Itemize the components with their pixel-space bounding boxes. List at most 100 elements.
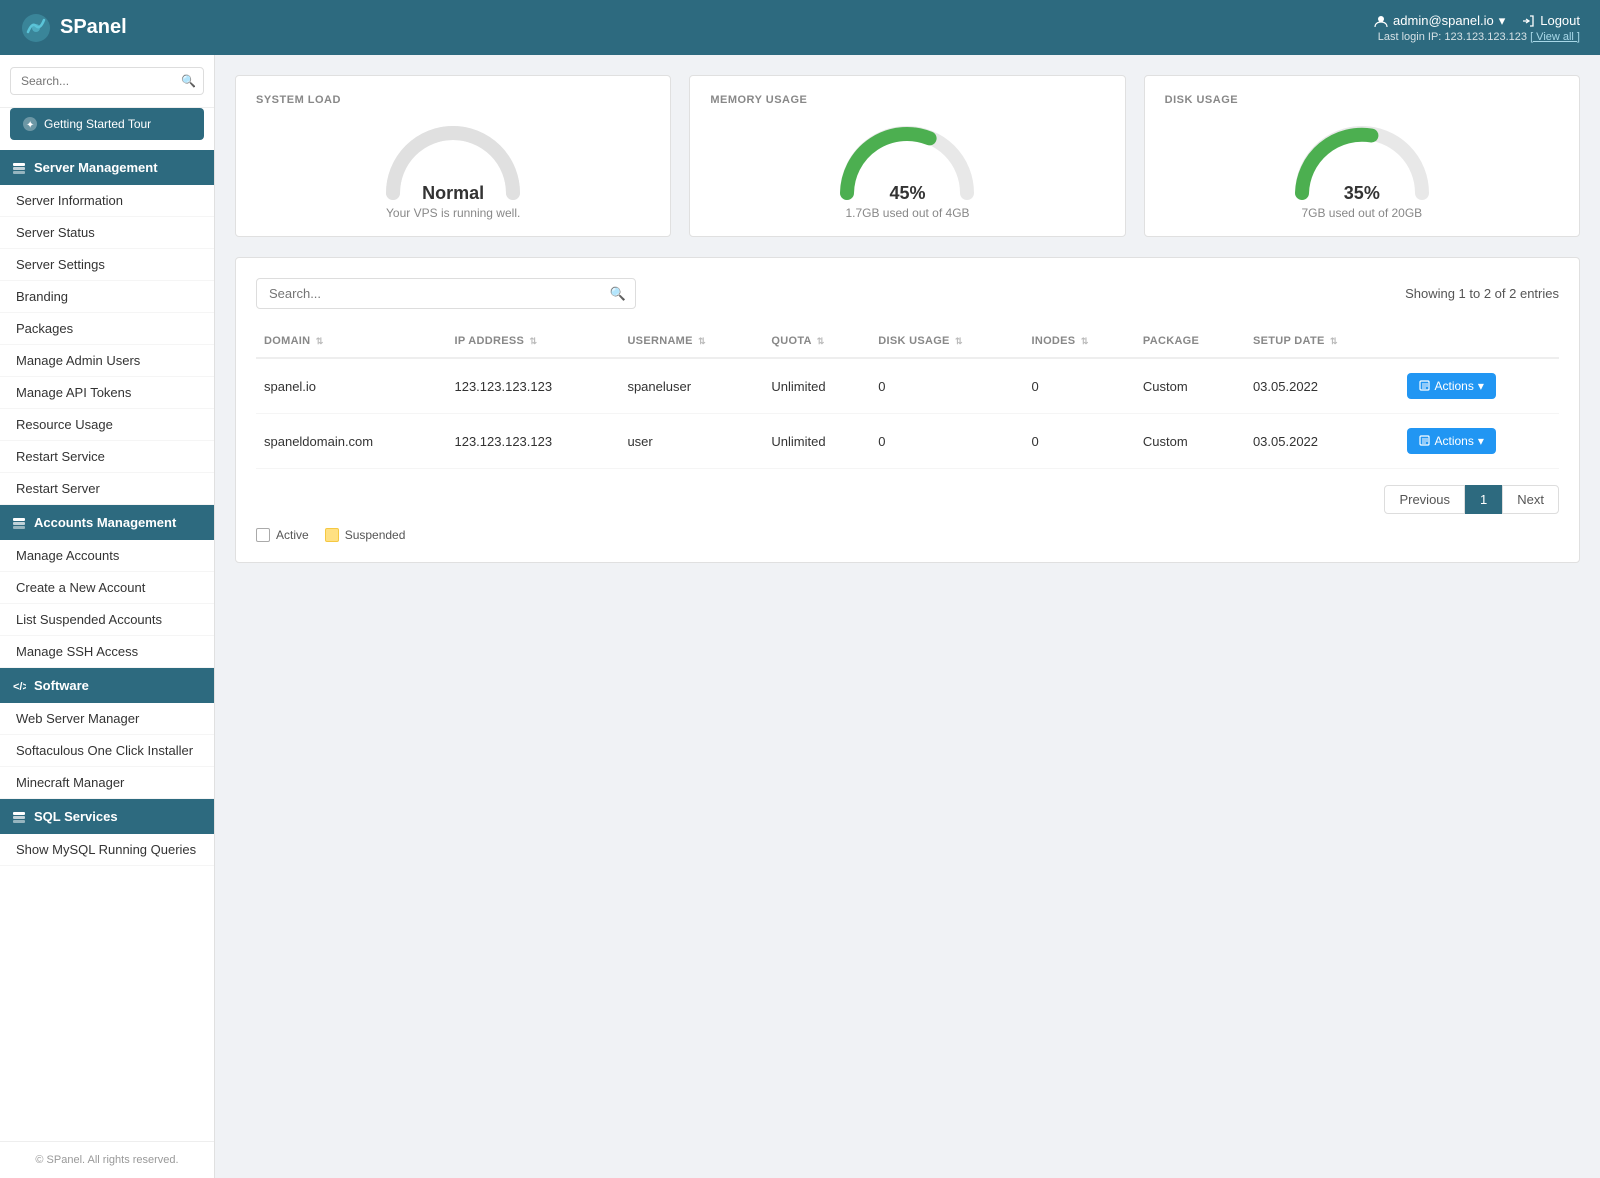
legend-suspended: Suspended — [325, 528, 406, 542]
legend-suspended-box — [325, 528, 339, 542]
sidebar-item-packages[interactable]: Packages — [0, 313, 214, 345]
table-header-row: DOMAIN ⇅ IP ADDRESS ⇅ USERNAME ⇅ QUOTA ⇅… — [256, 325, 1559, 358]
sidebar-item-create-new-account[interactable]: Create a New Account — [0, 572, 214, 604]
col-setup-date: SETUP DATE ⇅ — [1245, 325, 1399, 358]
user-email: admin@spanel.io — [1393, 13, 1494, 28]
sort-inodes-icon[interactable]: ⇅ — [1081, 336, 1089, 347]
actions-chevron-icon: ▾ — [1478, 434, 1484, 448]
sidebar-item-manage-accounts[interactable]: Manage Accounts — [0, 540, 214, 572]
accounts-table: DOMAIN ⇅ IP ADDRESS ⇅ USERNAME ⇅ QUOTA ⇅… — [256, 325, 1559, 469]
cell-quota: Unlimited — [763, 414, 870, 469]
memory-usage-title: MEMORY USAGE — [710, 94, 1104, 106]
sidebar-item-manage-ssh[interactable]: Manage SSH Access — [0, 636, 214, 668]
memory-usage-sub: 1.7GB used out of 4GB — [845, 206, 969, 220]
cell-username: user — [619, 414, 763, 469]
cell-disk-usage: 0 — [870, 358, 1023, 414]
disk-usage-sub: 7GB used out of 20GB — [1301, 206, 1422, 220]
cell-actions: Actions ▾ — [1399, 414, 1560, 469]
svg-text:</>: </> — [13, 681, 26, 693]
server-management-label: Server Management — [34, 160, 158, 175]
system-load-title: SYSTEM LOAD — [256, 94, 650, 106]
cell-inodes: 0 — [1023, 358, 1134, 414]
view-all-link[interactable]: [ View all ] — [1530, 31, 1580, 43]
main-content: SYSTEM LOAD Normal Your VPS is running w… — [215, 55, 1600, 1178]
sidebar-item-manage-api-tokens[interactable]: Manage API Tokens — [0, 377, 214, 409]
prev-page-button[interactable]: Previous — [1384, 485, 1465, 514]
col-quota: QUOTA ⇅ — [763, 325, 870, 358]
sidebar-section-server-management: Server Management — [0, 150, 214, 185]
sidebar-item-list-suspended[interactable]: List Suspended Accounts — [0, 604, 214, 636]
cell-setup-date: 03.05.2022 — [1245, 414, 1399, 469]
cell-package: Custom — [1135, 358, 1245, 414]
pagination: Previous 1 Next — [256, 485, 1559, 514]
sidebar-item-mysql-queries[interactable]: Show MySQL Running Queries — [0, 834, 214, 866]
cell-username: spaneluser — [619, 358, 763, 414]
last-login: Last login IP: 123.123.123.123 [ View al… — [1378, 31, 1580, 43]
actions-chevron-icon: ▾ — [1478, 379, 1484, 393]
actions-button-1[interactable]: Actions ▾ — [1407, 428, 1496, 454]
table-top: 🔍 Showing 1 to 2 of 2 entries — [256, 278, 1559, 309]
actions-button-0[interactable]: Actions ▾ — [1407, 373, 1496, 399]
sort-ip-icon[interactable]: ⇅ — [529, 336, 537, 347]
sidebar-section-sql: SQL Services — [0, 799, 214, 834]
sort-setup-icon[interactable]: ⇅ — [1330, 336, 1338, 347]
user-info[interactable]: admin@spanel.io ▾ — [1374, 13, 1505, 29]
disk-usage-title: DISK USAGE — [1165, 94, 1559, 106]
current-page-button[interactable]: 1 — [1465, 485, 1502, 514]
cell-ip: 123.123.123.123 — [446, 358, 619, 414]
col-domain: DOMAIN ⇅ — [256, 325, 446, 358]
tour-button[interactable]: ✦ Getting Started Tour — [10, 108, 204, 140]
cell-disk-usage: 0 — [870, 414, 1023, 469]
col-package: PACKAGE — [1135, 325, 1245, 358]
sidebar-footer: © SPanel. All rights reserved. — [0, 1141, 214, 1178]
logo-text: SPanel — [60, 16, 127, 39]
sort-quota-icon[interactable]: ⇅ — [817, 336, 825, 347]
edit-icon — [1419, 380, 1431, 392]
next-page-button[interactable]: Next — [1502, 485, 1559, 514]
sidebar-item-server-information[interactable]: Server Information — [0, 185, 214, 217]
table-row: spanel.io 123.123.123.123 spaneluser Unl… — [256, 358, 1559, 414]
sidebar-item-server-settings[interactable]: Server Settings — [0, 249, 214, 281]
system-load-value: Normal — [386, 183, 520, 204]
disk-usage-value: 35% — [1301, 183, 1422, 204]
col-ip: IP ADDRESS ⇅ — [446, 325, 619, 358]
sidebar-item-server-status[interactable]: Server Status — [0, 217, 214, 249]
sort-disk-icon[interactable]: ⇅ — [955, 336, 963, 347]
sidebar-item-branding[interactable]: Branding — [0, 281, 214, 313]
sql-icon — [12, 810, 26, 824]
cell-inodes: 0 — [1023, 414, 1134, 469]
sidebar-item-restart-service[interactable]: Restart Service — [0, 441, 214, 473]
col-username: USERNAME ⇅ — [619, 325, 763, 358]
spanel-logo-icon — [20, 12, 52, 44]
legend-suspended-label: Suspended — [345, 528, 406, 542]
user-icon — [1374, 14, 1388, 28]
accounts-table-card: 🔍 Showing 1 to 2 of 2 entries DOMAIN ⇅ I… — [235, 257, 1580, 563]
sidebar-search-area: 🔍 — [0, 55, 214, 108]
gauges-row: SYSTEM LOAD Normal Your VPS is running w… — [235, 75, 1580, 237]
memory-usage-value: 45% — [845, 183, 969, 204]
svg-text:✦: ✦ — [26, 120, 34, 131]
sidebar-item-web-server-manager[interactable]: Web Server Manager — [0, 703, 214, 735]
sidebar-item-softaculous[interactable]: Softaculous One Click Installer — [0, 735, 214, 767]
user-dropdown-icon[interactable]: ▾ — [1499, 13, 1506, 29]
memory-usage-card: MEMORY USAGE 45% 1.7GB used out of 4GB — [689, 75, 1125, 237]
cell-domain: spaneldomain.com — [256, 414, 446, 469]
legend-row: Active Suspended — [256, 528, 1559, 542]
sidebar-item-manage-admin-users[interactable]: Manage Admin Users — [0, 345, 214, 377]
sort-domain-icon[interactable]: ⇅ — [316, 336, 324, 347]
sort-username-icon[interactable]: ⇅ — [698, 336, 706, 347]
legend-active-box — [256, 528, 270, 542]
logout-button[interactable]: Logout — [1521, 13, 1580, 28]
sql-services-label: SQL Services — [34, 809, 118, 824]
legend-active: Active — [256, 528, 309, 542]
disk-usage-card: DISK USAGE 35% 7GB used out of 20GB — [1144, 75, 1580, 237]
server-management-icon — [12, 161, 26, 175]
cell-setup-date: 03.05.2022 — [1245, 358, 1399, 414]
sidebar-item-resource-usage[interactable]: Resource Usage — [0, 409, 214, 441]
sidebar-search-input[interactable] — [10, 67, 204, 95]
sidebar-item-restart-server[interactable]: Restart Server — [0, 473, 214, 505]
sidebar-item-minecraft[interactable]: Minecraft Manager — [0, 767, 214, 799]
system-load-sub: Your VPS is running well. — [386, 206, 520, 220]
table-search-input[interactable] — [256, 278, 636, 309]
logo: SPanel — [20, 12, 127, 44]
